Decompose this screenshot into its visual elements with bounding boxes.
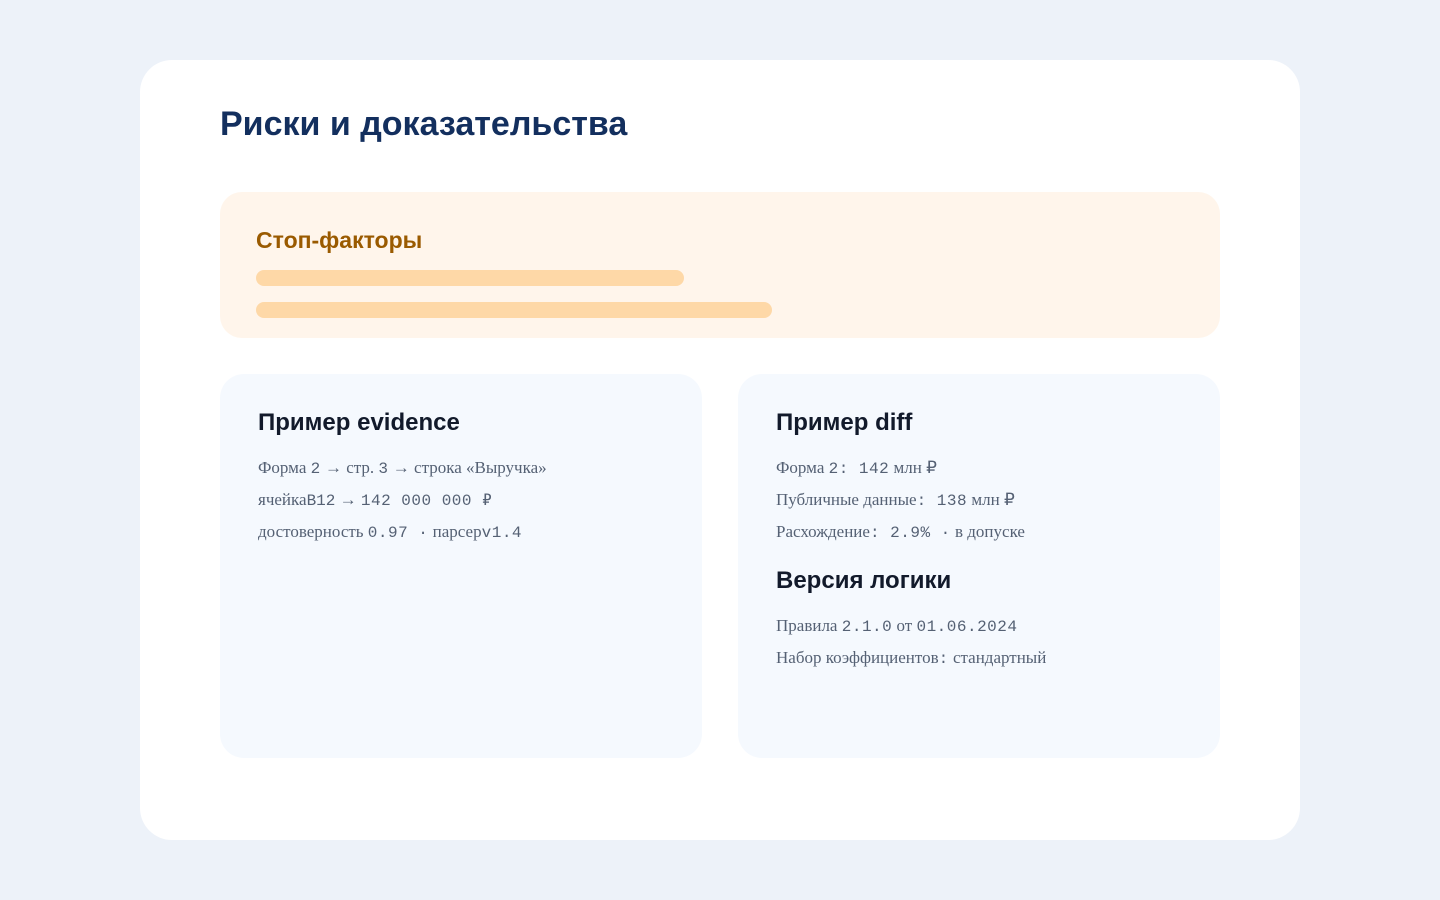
diff-tolerance-status: в допуске — [955, 522, 1025, 541]
stop-factors-title: Стоп-факторы — [256, 227, 423, 253]
diff-line-2: Публичные данные: 138 млн ₽ — [776, 489, 1015, 512]
logic-coefficients-colon: : — [938, 650, 949, 668]
evidence-page-number: 3 — [378, 460, 389, 478]
evidence-parser-version: v1.4 — [481, 524, 523, 542]
evidence-line-3: достоверность 0.97 · парсерv1.4 — [258, 521, 522, 544]
stop-factors-panel: Стоп-факторы — [220, 192, 1220, 338]
evidence-line-2: ячейкаB12 → 142 000 000 ₽ — [258, 489, 492, 512]
logic-rules-version: 2.1.0 — [841, 618, 893, 636]
logic-line-2: Набор коэффициентов: стандартный — [776, 647, 1046, 670]
diff-discrepancy-value: : 2.9% · — [869, 524, 951, 542]
evidence-form-label: Форма — [258, 458, 307, 477]
stop-factor-placeholder-bar — [256, 302, 772, 318]
logic-rules-label: Правила — [776, 616, 838, 635]
diff-form-unit: млн ₽ — [893, 458, 937, 477]
diff-title: Пример diff — [776, 409, 913, 436]
diff-public-unit: млн ₽ — [971, 490, 1015, 509]
stop-factor-placeholder-bar — [256, 270, 684, 286]
diff-public-value: : 138 — [916, 492, 968, 510]
evidence-row-label: → строка «Выручка» — [392, 458, 547, 477]
diff-form-value: 2: 142 — [828, 460, 890, 478]
evidence-confidence-value: 0.97 · — [367, 524, 429, 542]
logic-rules-date: 01.06.2024 — [916, 618, 1018, 636]
diff-public-label: Публичные данные — [776, 490, 917, 509]
evidence-cell-id: B12 — [306, 492, 336, 510]
evidence-panel: Пример evidence Форма 2 → стр. 3 → строк… — [220, 374, 702, 758]
page-title: Риски и доказательства — [220, 105, 628, 143]
logic-version-title: Версия логики — [776, 567, 952, 594]
evidence-confidence-label: достоверность — [258, 522, 364, 541]
evidence-form-number: 2 — [310, 460, 321, 478]
evidence-amount: 142 000 000 ₽ — [360, 492, 493, 510]
main-card: Риски и доказательства Стоп-факторы Прим… — [140, 60, 1300, 840]
diff-panel: Пример diff Форма 2: 142 млн ₽ Публичные… — [738, 374, 1220, 758]
logic-coefficients-value: стандартный — [952, 648, 1047, 667]
logic-line-1: Правила 2.1.0 от 01.06.2024 — [776, 615, 1017, 638]
diff-discrepancy-label: Расхождение — [776, 522, 870, 541]
evidence-page-label: → стр. — [324, 458, 375, 477]
evidence-line-1: Форма 2 → стр. 3 → строка «Выручка» — [258, 457, 547, 480]
diff-line-3: Расхождение: 2.9% · в допуске — [776, 521, 1025, 544]
evidence-arrow: → — [339, 490, 357, 509]
diff-form-label: Форма — [776, 458, 825, 477]
evidence-cell-label: ячейка — [258, 490, 307, 509]
logic-date-prefix: от — [896, 616, 913, 635]
evidence-parser-label: парсер — [432, 522, 482, 541]
diff-line-1: Форма 2: 142 млн ₽ — [776, 457, 937, 480]
evidence-title: Пример evidence — [258, 409, 460, 436]
logic-coefficients-label: Набор коэффициентов — [776, 648, 939, 667]
